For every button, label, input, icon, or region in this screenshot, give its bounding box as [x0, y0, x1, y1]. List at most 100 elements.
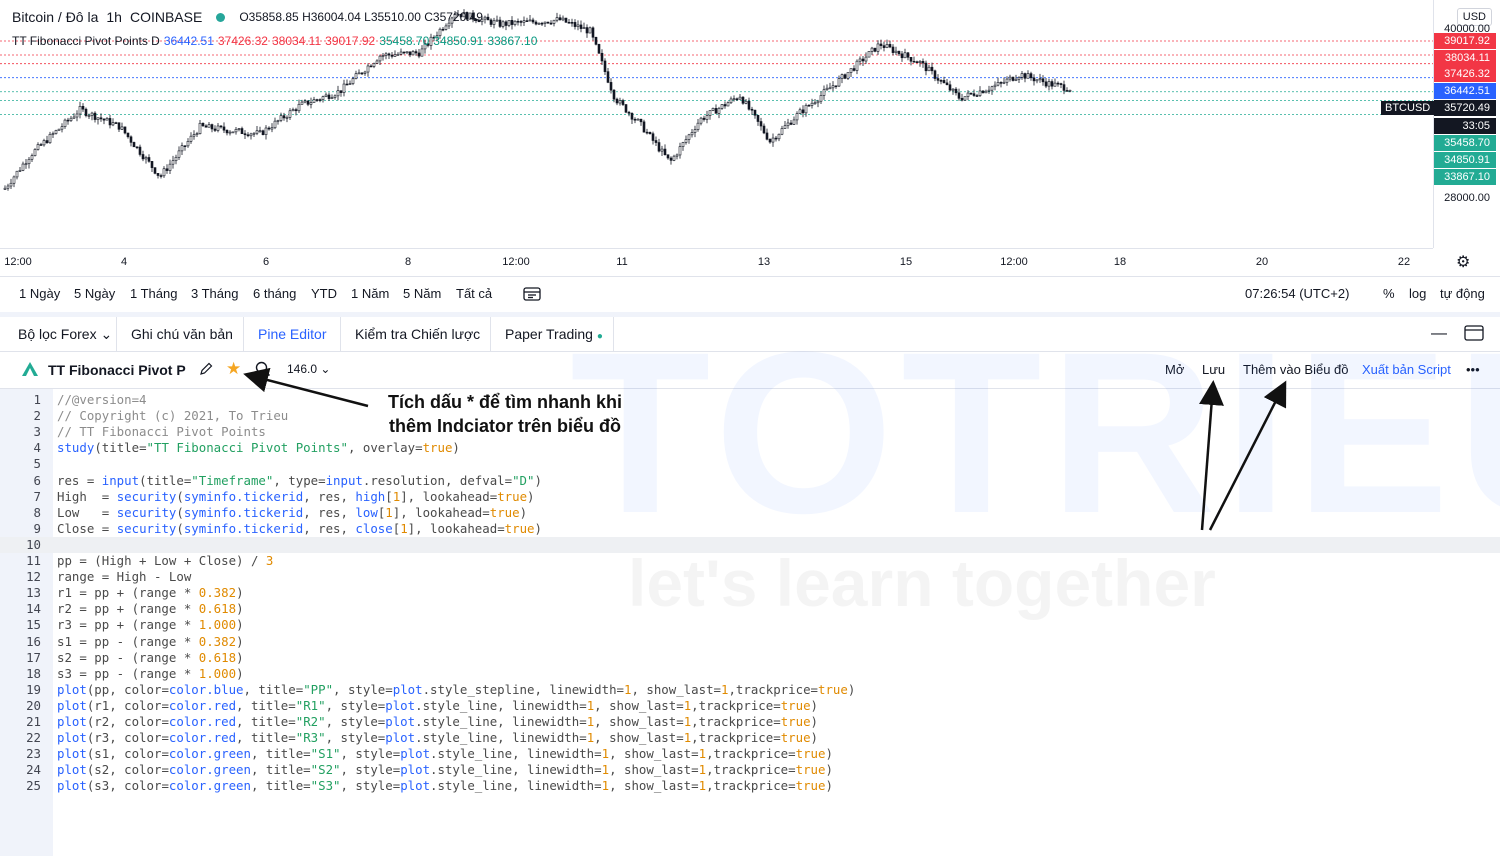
code-line[interactable]: 1 //@version=4 — [0, 392, 1500, 408]
percent-toggle[interactable]: % — [1383, 286, 1395, 301]
candle-body — [528, 19, 532, 22]
tutorial-annotation: Tích dấu * để tìm nhanh khi thêm Indciat… — [370, 390, 640, 438]
tab-strategy-tester[interactable]: Kiểm tra Chiến lược — [341, 317, 491, 351]
range-button[interactable]: YTD — [311, 286, 337, 301]
indicator-name[interactable]: TT Fibonacci Pivot Points D — [12, 34, 160, 48]
indicator-s1-value: 35458.70 — [379, 34, 430, 48]
candle-body — [1020, 73, 1024, 78]
maximize-icon[interactable] — [1464, 325, 1484, 344]
code-line[interactable]: 21 plot(r2, color=color.red, title="R2", … — [0, 714, 1500, 730]
candle-body — [687, 134, 691, 140]
symbol-name[interactable]: Bitcoin / Đô la — [12, 9, 98, 25]
range-button[interactable]: 1 Tháng — [130, 286, 177, 301]
range-button[interactable]: 5 Ngày — [74, 286, 115, 301]
candle-body — [63, 119, 67, 127]
code-line[interactable]: 4 study(title="TT Fibonacci Pivot Points"… — [0, 440, 1500, 456]
tab-forex-screener[interactable]: Bộ lọc Forex ⌄ — [4, 317, 117, 351]
candle-body — [246, 134, 250, 137]
gear-icon[interactable]: ⚙ — [1456, 252, 1470, 272]
code-line[interactable]: 6 res = input(title="Timeframe", type=inp… — [0, 473, 1500, 489]
candle-body — [501, 21, 505, 27]
clock-time[interactable]: 07:26:54 (UTC+2) — [1245, 286, 1349, 301]
code-line[interactable]: 18 s3 = pp - (range * 1.000) — [0, 666, 1500, 682]
time-label: 15 — [899, 256, 913, 268]
code-editor[interactable]: 1 //@version=4 2 // Copyright (c) 2021, To … — [0, 389, 1500, 856]
star-favorite-icon[interactable]: ★ — [226, 359, 241, 379]
script-title[interactable]: TT Fibonacci Pivot P — [48, 362, 186, 378]
log-toggle[interactable]: log — [1409, 286, 1426, 301]
tradingview-logo-icon — [21, 361, 39, 380]
code-line[interactable]: 22 plot(r3, color=color.red, title="R3", … — [0, 730, 1500, 746]
more-options-icon[interactable]: ••• — [1466, 362, 1480, 377]
tab-pine-editor[interactable]: Pine Editor — [244, 317, 341, 351]
candle-body — [507, 20, 511, 26]
candle-body — [363, 71, 367, 74]
candle-body — [45, 140, 49, 144]
candle-body — [60, 126, 64, 130]
save-button[interactable]: Lưu — [1202, 362, 1225, 377]
indicator-legend[interactable]: TT Fibonacci Pivot Points D 36442.51 374… — [12, 34, 537, 48]
code-line[interactable]: 10 — [0, 536, 1500, 553]
range-button[interactable]: 1 Ngày — [19, 286, 60, 301]
range-button[interactable]: 5 Năm — [403, 286, 441, 301]
code-line[interactable]: 20 plot(r1, color=color.red, title="R1", … — [0, 698, 1500, 714]
code-line[interactable]: 2 // Copyright (c) 2021, To Trieu — [0, 408, 1500, 424]
code-line[interactable]: 19 plot(pp, color=color.blue, title="PP",… — [0, 682, 1500, 698]
pencil-icon[interactable] — [198, 361, 214, 380]
candle-body — [717, 108, 721, 114]
candle-body — [858, 58, 862, 62]
candle-body — [531, 19, 535, 23]
time-axis[interactable]: 12:00 4 6 8 12:00 11 13 15 12:00 18 20 22 — [0, 248, 1433, 275]
range-button[interactable]: 6 tháng — [253, 286, 296, 301]
code-line[interactable]: 17 s2 = pp - (range * 0.618) — [0, 650, 1500, 666]
code-line[interactable]: 24 plot(s2, color=color.green, title="S2"… — [0, 762, 1500, 778]
code-line[interactable]: 12 range = High - Low — [0, 569, 1500, 585]
candle-body — [636, 118, 640, 121]
candle-body — [885, 44, 889, 48]
code-line[interactable]: 23 plot(s1, color=color.green, title="S1"… — [0, 746, 1500, 762]
candle-body — [357, 72, 361, 75]
candle-body — [390, 54, 394, 57]
candle-body — [399, 51, 403, 55]
candle-body — [57, 128, 61, 131]
code-line[interactable]: 5 — [0, 456, 1500, 472]
publish-script-button[interactable]: Xuất bản Script — [1362, 362, 1451, 377]
open-button[interactable]: Mở — [1165, 362, 1184, 377]
code-line[interactable]: 13 r1 = pp + (range * 0.382) — [0, 585, 1500, 601]
candle-body — [294, 109, 298, 112]
code-line[interactable]: 8 Low = security(syminfo.tickerid, res, l… — [0, 505, 1500, 521]
price-axis[interactable]: USD 40000.00 39017.92 38034.11 37426.32 3644… — [1433, 0, 1500, 248]
range-button[interactable]: Tất cả — [456, 286, 492, 301]
code-line[interactable]: 14 r2 = pp + (range * 0.618) — [0, 601, 1500, 617]
range-button[interactable]: 1 Năm — [351, 286, 389, 301]
version-dropdown[interactable]: 146.0 ⌄ — [287, 362, 330, 376]
candle-body — [792, 119, 796, 125]
code-line[interactable]: 11 pp = (High + Low + Close) / 3 — [0, 553, 1500, 569]
range-button[interactable]: 3 Tháng — [191, 286, 238, 301]
interval-label[interactable]: 1h — [106, 9, 122, 25]
tab-text-notes[interactable]: Ghi chú văn bản — [117, 317, 244, 351]
candle-body — [783, 125, 787, 129]
minimize-icon[interactable]: — — [1431, 325, 1447, 343]
candle-body — [999, 82, 1003, 84]
candle-body — [786, 122, 790, 127]
add-to-chart-button[interactable]: Thêm vào Biểu đồ — [1243, 362, 1349, 377]
candle-body — [969, 92, 973, 95]
auto-scale-toggle[interactable]: tự động — [1440, 286, 1485, 301]
code-line[interactable]: 25 plot(s3, color=color.green, title="S3"… — [0, 778, 1500, 794]
code-text: r2 = pp + (range * 0.618) — [57, 601, 244, 617]
code-line[interactable]: 7 High = security(syminfo.tickerid, res, … — [0, 489, 1500, 505]
candle-body — [1032, 77, 1036, 82]
code-line[interactable]: 3 // TT Fibonacci Pivot Points — [0, 424, 1500, 440]
search-icon[interactable] — [255, 361, 271, 380]
price-chart[interactable]: Bitcoin / Đô la 1h COINBASE O35858.85 H3… — [0, 0, 1500, 275]
candle-body — [417, 52, 421, 57]
code-line[interactable]: 16 s1 = pp - (range * 0.382) — [0, 634, 1500, 650]
calendar-range-icon[interactable] — [523, 286, 541, 305]
candle-body — [519, 21, 523, 23]
code-line[interactable]: 9 Close = security(syminfo.tickerid, res,… — [0, 521, 1500, 537]
code-line[interactable]: 15 r3 = pp + (range * 1.000) — [0, 617, 1500, 633]
candle-body — [726, 102, 730, 107]
candle-body — [768, 138, 772, 143]
tab-paper-trading[interactable]: Paper Trading ● — [491, 317, 614, 351]
